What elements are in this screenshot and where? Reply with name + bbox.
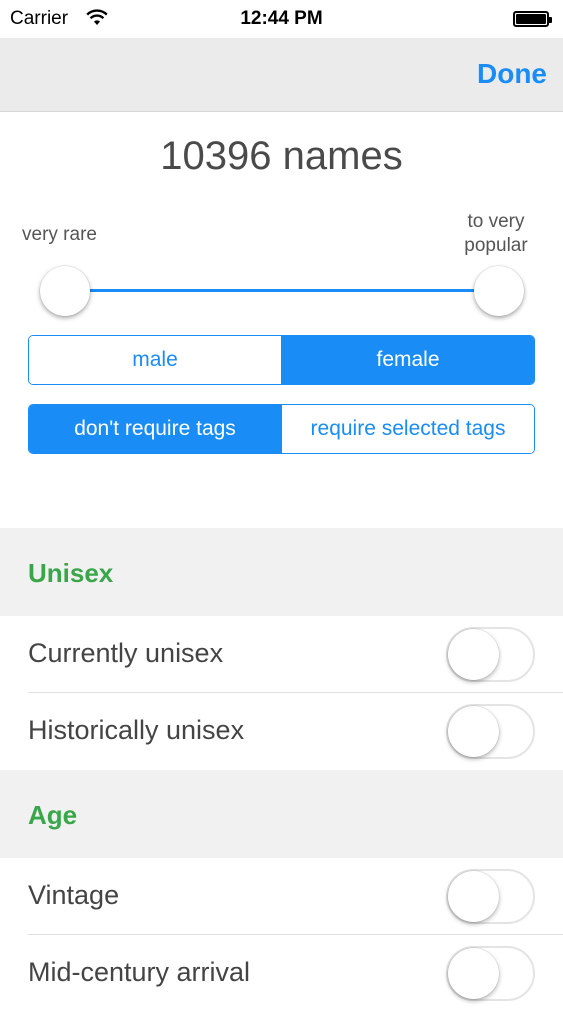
slider-max-label: to very popular bbox=[446, 210, 546, 258]
slider-track bbox=[66, 289, 498, 292]
tags-mode-segmented-control[interactable]: don't require tags require selected tags bbox=[28, 404, 535, 454]
slider-max-label-line1: to very bbox=[467, 211, 525, 232]
historically-unisex-toggle[interactable] bbox=[446, 704, 535, 759]
section-header-unisex: Unisex bbox=[0, 528, 563, 616]
gender-option-male[interactable]: male bbox=[29, 336, 281, 384]
slider-max-label-line2: popular bbox=[464, 235, 528, 256]
tags-option-dont-require[interactable]: don't require tags bbox=[29, 405, 281, 453]
vintage-toggle[interactable] bbox=[446, 869, 535, 924]
section-header-age: Age bbox=[0, 770, 563, 858]
popularity-range-slider[interactable] bbox=[40, 266, 524, 316]
clock: 12:44 PM bbox=[240, 8, 323, 29]
list-item-label: Vintage bbox=[28, 880, 120, 910]
done-button[interactable]: Done bbox=[477, 58, 547, 90]
currently-unisex-toggle[interactable] bbox=[446, 627, 535, 682]
section-title: Unisex bbox=[28, 558, 114, 588]
slider-min-thumb[interactable] bbox=[40, 266, 90, 316]
list-item: Historically unisex bbox=[0, 693, 563, 770]
mid-century-arrival-toggle[interactable] bbox=[446, 946, 535, 1001]
status-bar: Carrier 12:44 PM bbox=[0, 0, 563, 38]
list-item-label: Mid-century arrival bbox=[28, 957, 251, 987]
names-count: 10396 names bbox=[160, 134, 403, 178]
battery-icon bbox=[513, 11, 552, 27]
slider-min-label: very rare bbox=[22, 224, 97, 245]
list-item: Currently unisex bbox=[0, 616, 563, 693]
list-item-label: Historically unisex bbox=[28, 715, 245, 745]
slider-max-thumb[interactable] bbox=[474, 266, 524, 316]
gender-option-female[interactable]: female bbox=[281, 336, 534, 384]
tags-option-require-selected[interactable]: require selected tags bbox=[281, 405, 534, 453]
navigation-bar: Done bbox=[0, 38, 563, 112]
gender-segmented-control[interactable]: male female bbox=[28, 335, 535, 385]
list-item-label: Currently unisex bbox=[28, 638, 224, 668]
list-item: Vintage bbox=[0, 858, 563, 935]
section-title: Age bbox=[28, 800, 78, 830]
list-item: Mid-century arrival bbox=[0, 935, 563, 1012]
